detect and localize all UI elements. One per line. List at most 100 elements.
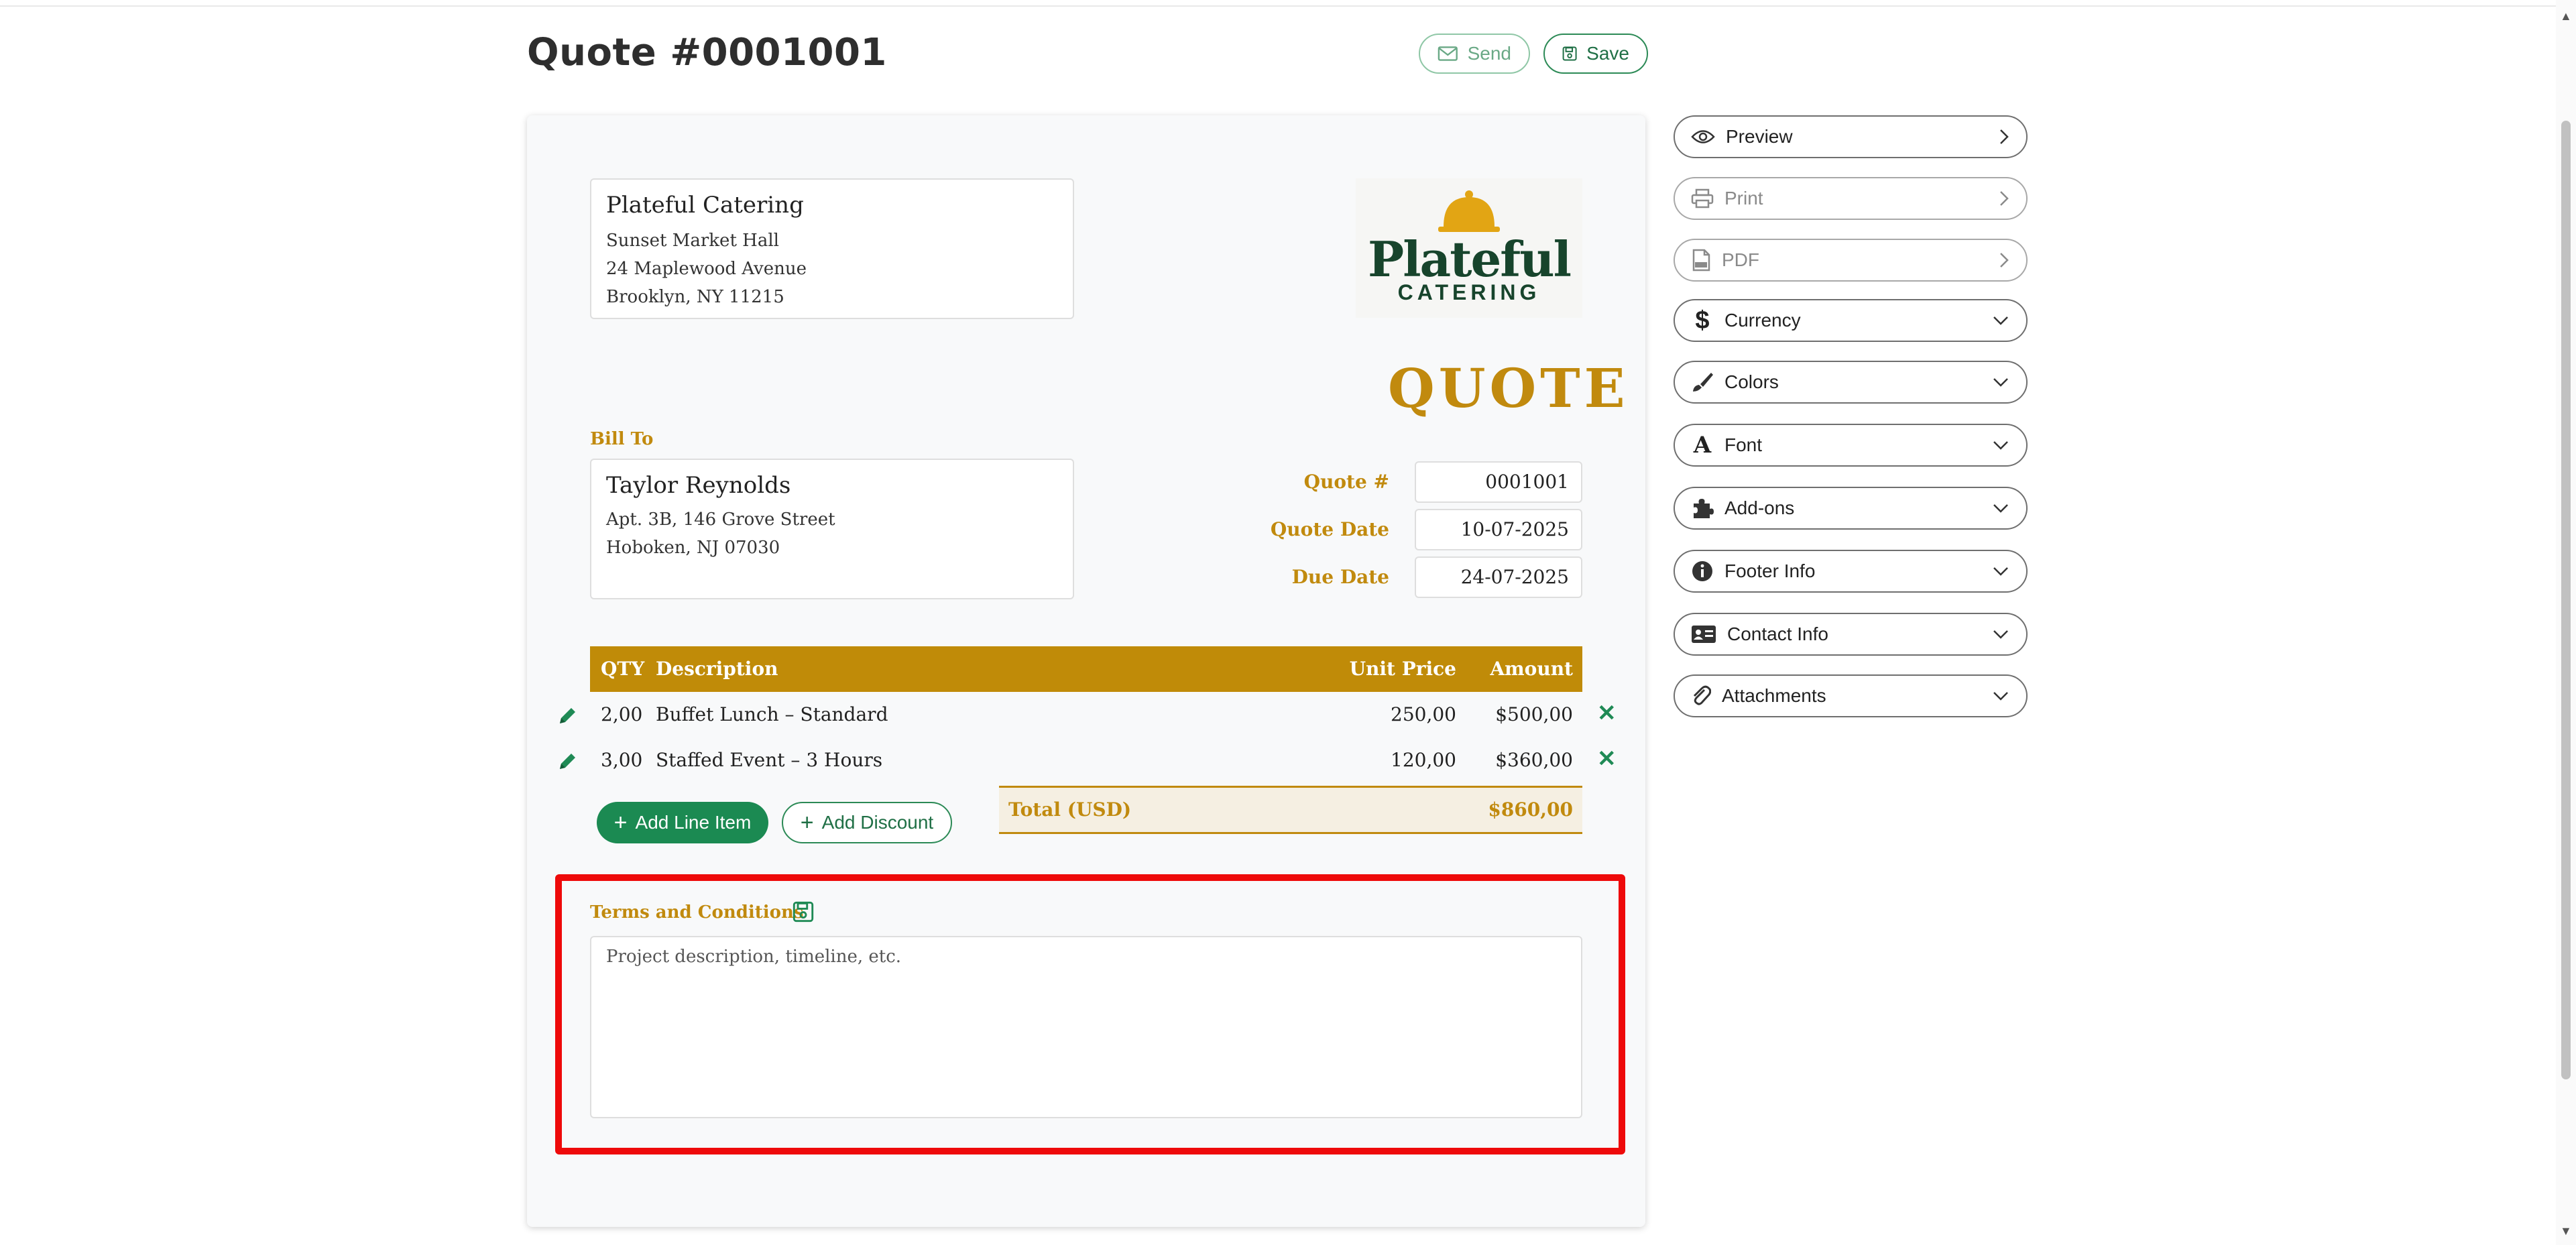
edit-pencil-icon[interactable] <box>557 704 579 727</box>
bill-to-label: Bill To <box>590 429 654 449</box>
contact-info-dropdown[interactable]: Contact Info <box>1674 613 2028 656</box>
pdf-label: PDF <box>1722 249 1759 270</box>
printer-icon <box>1691 188 1714 209</box>
row-description: Buffet Lunch – Standard <box>656 703 888 725</box>
send-button-label: Send <box>1467 43 1511 64</box>
currency-label: Currency <box>1724 310 1801 331</box>
amount-header: Amount <box>1490 658 1573 680</box>
print-button[interactable]: Print <box>1674 177 2028 220</box>
edit-pencil-icon[interactable] <box>557 750 579 772</box>
row-amount: $360,00 <box>1495 749 1573 771</box>
pdf-button[interactable]: PDF <box>1674 239 2028 282</box>
scroll-down-arrow-icon[interactable]: ▼ <box>2560 1224 2572 1238</box>
remove-row-icon[interactable]: ✕ <box>1597 746 1617 772</box>
add-line-item-label: Add Line Item <box>635 812 752 833</box>
paintbrush-icon <box>1693 373 1713 392</box>
due-date-label: Due Date <box>1291 566 1389 588</box>
chevron-down-icon <box>1993 630 2008 639</box>
table-row[interactable]: 2,00 Buffet Lunch – Standard 250,00 $500… <box>590 692 1582 737</box>
plus-icon: + <box>800 810 814 835</box>
envelope-icon <box>1438 46 1458 61</box>
font-icon: A <box>1693 432 1712 459</box>
scrollbar-thumb[interactable] <box>2561 121 2571 1079</box>
row-qty: 2,00 <box>601 703 643 725</box>
chevron-right-icon <box>2000 253 2009 268</box>
chevron-down-icon <box>1993 504 2008 513</box>
save-button-label: Save <box>1586 43 1629 64</box>
description-header: Description <box>656 658 778 680</box>
chevron-down-icon <box>1993 316 2008 325</box>
unit-price-header: Unit Price <box>1349 658 1456 680</box>
document-type-heading: QUOTE <box>1388 357 1629 420</box>
colors-dropdown[interactable]: Colors <box>1674 361 2028 404</box>
sender-address-box[interactable]: Plateful Catering Sunset Market Hall 24 … <box>590 178 1074 319</box>
add-ons-dropdown[interactable]: Add-ons <box>1674 487 2028 530</box>
terms-textarea[interactable]: Project description, timeline, etc. <box>590 936 1582 1118</box>
currency-dropdown[interactable]: $ Currency <box>1674 299 2028 342</box>
logo-wordmark: Plateful <box>1368 231 1572 288</box>
attachments-dropdown[interactable]: Attachments <box>1674 674 2028 717</box>
terms-placeholder: Project description, timeline, etc. <box>606 947 902 967</box>
total-value: $860,00 <box>1488 798 1573 821</box>
client-name: Taylor Reynolds <box>606 472 791 499</box>
footer-info-label: Footer Info <box>1724 560 1816 581</box>
remove-row-icon[interactable]: ✕ <box>1597 700 1617 727</box>
puzzle-icon <box>1694 499 1714 518</box>
chevron-down-icon <box>1993 441 2008 450</box>
add-discount-button[interactable]: + Add Discount <box>782 802 952 843</box>
save-terms-icon[interactable] <box>793 901 814 923</box>
sender-address-line: Sunset Market Hall <box>606 231 779 251</box>
total-label: Total (USD) <box>1008 798 1132 821</box>
row-description: Staffed Event – 3 Hours <box>656 749 883 771</box>
colors-label: Colors <box>1724 371 1779 392</box>
chevron-right-icon <box>2000 129 2009 144</box>
quote-date-field[interactable]: 10-07-2025 <box>1415 509 1582 550</box>
table-row[interactable]: 3,00 Staffed Event – 3 Hours 120,00 $360… <box>590 737 1582 783</box>
floppy-disk-icon <box>1562 46 1577 61</box>
send-button[interactable]: Send <box>1419 34 1530 74</box>
sender-name: Plateful Catering <box>606 192 804 219</box>
contact-card-icon <box>1692 626 1716 643</box>
client-address-line: Apt. 3B, 146 Grove Street <box>606 510 835 530</box>
font-dropdown[interactable]: A Font <box>1674 424 2028 467</box>
sender-address-line: 24 Maplewood Avenue <box>606 259 807 279</box>
print-label: Print <box>1724 188 1763 209</box>
info-icon <box>1692 561 1712 581</box>
chevron-right-icon <box>2000 191 2009 206</box>
attachments-label: Attachments <box>1722 685 1826 706</box>
due-date-field[interactable]: 24-07-2025 <box>1415 556 1582 598</box>
row-amount: $500,00 <box>1495 703 1573 725</box>
top-border <box>0 0 2576 7</box>
paperclip-icon <box>1693 685 1711 705</box>
page-title: Quote #0001001 <box>527 31 887 74</box>
quote-number-field[interactable]: 0001001 <box>1415 461 1582 503</box>
add-line-item-button[interactable]: + Add Line Item <box>597 802 768 843</box>
pdf-file-icon <box>1692 249 1710 272</box>
scroll-up-arrow-icon[interactable]: ▲ <box>2560 9 2572 23</box>
contact-info-label: Contact Info <box>1727 624 1828 644</box>
quote-date-label: Quote Date <box>1270 518 1389 540</box>
add-discount-label: Add Discount <box>821 812 934 833</box>
chevron-down-icon <box>1993 567 2008 576</box>
row-unit-price: 120,00 <box>1391 749 1456 771</box>
qty-header: QTY <box>601 658 645 680</box>
preview-button[interactable]: Preview <box>1674 115 2028 158</box>
plus-icon: + <box>613 810 628 835</box>
line-items-header: QTY Description Unit Price Amount <box>590 646 1582 692</box>
total-row: Total (USD) $860,00 <box>999 786 1582 834</box>
cloche-icon <box>1438 190 1500 232</box>
chevron-down-icon <box>1993 692 2008 701</box>
save-button[interactable]: Save <box>1543 34 1648 74</box>
sender-address-line: Brooklyn, NY 11215 <box>606 287 784 307</box>
row-unit-price: 250,00 <box>1391 703 1456 725</box>
dollar-icon: $ <box>1695 306 1710 335</box>
bill-to-address-box[interactable]: Taylor Reynolds Apt. 3B, 146 Grove Stree… <box>590 459 1074 599</box>
logo-subtitle: CATERING <box>1397 280 1541 304</box>
font-label: Font <box>1724 434 1763 455</box>
company-logo[interactable]: Plateful CATERING <box>1356 178 1582 318</box>
add-ons-label: Add-ons <box>1724 497 1795 518</box>
eye-icon <box>1691 130 1715 143</box>
footer-info-dropdown[interactable]: Footer Info <box>1674 550 2028 593</box>
terms-label: Terms and Conditions <box>590 902 804 923</box>
preview-label: Preview <box>1726 126 1793 147</box>
